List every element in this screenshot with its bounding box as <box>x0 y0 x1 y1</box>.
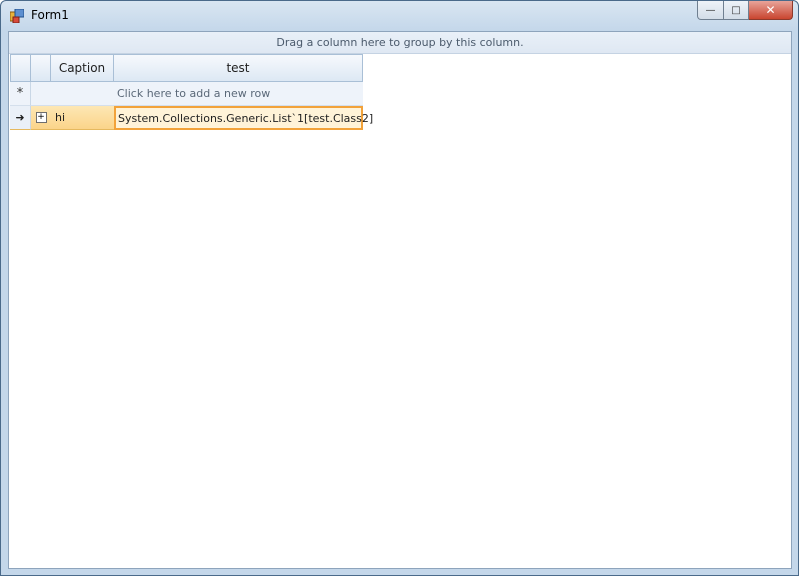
close-icon: ✕ <box>765 3 776 17</box>
new-row-spacer[interactable] <box>31 82 117 106</box>
title-bar[interactable]: Form1 — □ ✕ <box>1 1 798 31</box>
window-title: Form1 <box>31 8 69 22</box>
indicator-header[interactable] <box>10 54 31 82</box>
expand-column-header[interactable] <box>31 54 51 82</box>
window-controls: — □ ✕ <box>697 1 793 21</box>
new-row-indicator-icon: * <box>10 82 31 106</box>
close-button[interactable]: ✕ <box>749 1 793 20</box>
group-by-panel[interactable]: Drag a column here to group by this colu… <box>9 32 791 54</box>
form1-window: Form1 — □ ✕ Drag a column here to group … <box>0 0 799 576</box>
grid-control[interactable]: Drag a column here to group by this colu… <box>8 31 792 569</box>
maximize-icon: □ <box>731 4 741 16</box>
grid-view: Caption test * Click here to add a new r… <box>10 54 373 130</box>
app-icon <box>10 9 24 23</box>
cell-test-focused[interactable]: System.Collections.Generic.List`1[test.C… <box>114 106 373 130</box>
table-row[interactable]: ➜ + hi System.Collections.Generic.List`1… <box>10 106 373 130</box>
maximize-button[interactable]: □ <box>724 1 749 20</box>
cell-caption[interactable]: hi <box>51 106 114 130</box>
expand-icon[interactable]: + <box>35 112 47 123</box>
current-row-indicator-icon: ➜ <box>10 106 31 130</box>
column-header-caption[interactable]: Caption <box>51 54 114 82</box>
column-header-test[interactable]: test <box>114 54 363 82</box>
minimize-button[interactable]: — <box>697 1 724 20</box>
minimize-icon: — <box>705 4 716 16</box>
expand-cell[interactable]: + <box>31 106 51 130</box>
new-row-prompt[interactable]: Click here to add a new row <box>117 82 363 106</box>
new-item-row[interactable]: * Click here to add a new row <box>10 82 363 106</box>
column-header-row: Caption test <box>10 54 363 82</box>
